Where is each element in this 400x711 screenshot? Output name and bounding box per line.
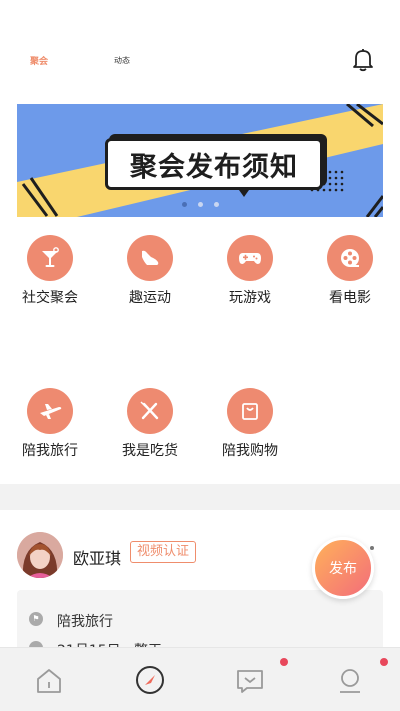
carousel-indicators	[17, 202, 383, 207]
category-label: 陪我旅行	[22, 443, 78, 459]
avatar[interactable]	[17, 532, 63, 578]
category-movies[interactable]: 看电影	[305, 235, 395, 307]
bell-icon[interactable]	[352, 48, 374, 72]
banner-title-box: 聚会发布须知	[105, 138, 323, 190]
message-icon[interactable]	[235, 666, 265, 696]
category-label: 我是吃货	[122, 443, 178, 459]
banner-carousel[interactable]: 聚会发布须知	[17, 104, 383, 217]
compass-icon[interactable]	[135, 665, 165, 695]
bottom-nav	[0, 647, 400, 711]
carousel-dot[interactable]	[197, 202, 203, 207]
category-sports[interactable]: 趣运动	[105, 235, 195, 307]
fork-knife-icon	[127, 388, 173, 434]
category-label: 看电影	[329, 290, 371, 306]
category-label: 趣运动	[129, 290, 171, 306]
category-label: 玩游戏	[229, 290, 271, 306]
top-header: 聚会 动态	[0, 0, 400, 96]
category-foodie[interactable]: 我是吃货	[105, 388, 195, 460]
author-name[interactable]: 欧亚琪	[73, 545, 121, 569]
carousel-dot[interactable]	[181, 202, 187, 207]
banner-title: 聚会发布须知	[130, 151, 298, 183]
carousel-dot[interactable]	[213, 202, 219, 207]
home-icon[interactable]	[34, 666, 64, 696]
more-options-icon[interactable]	[370, 546, 374, 550]
category-label: 陪我购物	[222, 443, 278, 459]
publish-button[interactable]: 发布	[312, 537, 374, 599]
post-category: 陪我旅行	[57, 614, 113, 630]
cocktail-icon	[27, 235, 73, 281]
category-label: 社交聚会	[22, 290, 78, 306]
tab-party[interactable]: 聚会	[30, 54, 48, 67]
category-travel[interactable]: 陪我旅行	[5, 388, 95, 460]
shopping-bag-icon	[227, 388, 273, 434]
profile-icon[interactable]	[335, 666, 365, 696]
sneaker-icon	[127, 235, 173, 281]
gamepad-icon	[227, 235, 273, 281]
video-verified-badge: 视频认证	[130, 541, 197, 563]
tab-moments[interactable]: 动态	[114, 55, 130, 66]
category-shopping[interactable]: 陪我购物	[205, 388, 295, 460]
film-reel-icon	[327, 235, 373, 281]
section-divider	[0, 484, 400, 510]
profile-badge	[380, 658, 388, 666]
message-badge	[280, 658, 288, 666]
flag-icon: ⚑	[29, 612, 43, 626]
airplane-icon	[27, 388, 73, 434]
category-games[interactable]: 玩游戏	[205, 235, 295, 307]
category-social-party[interactable]: 社交聚会	[5, 235, 95, 307]
